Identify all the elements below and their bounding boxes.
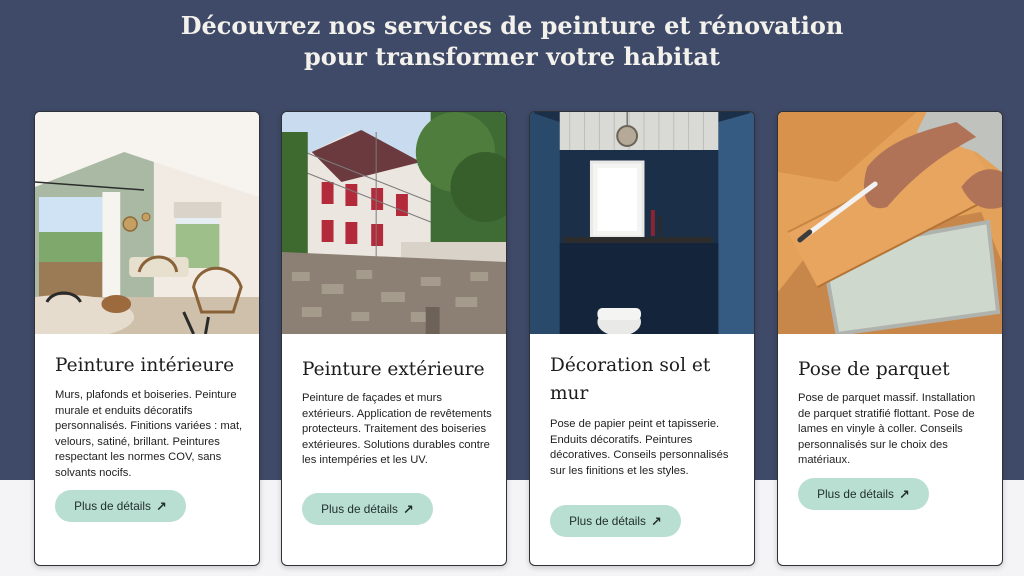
arrow-up-right-icon: ↗ (650, 513, 662, 529)
arrow-up-right-icon: ↗ (402, 501, 414, 517)
house-facade-photo (282, 112, 506, 334)
page-title-line-2: pour transformer votre habitat (303, 42, 721, 71)
card-description: Pose de papier peint et tapisserie. Endu… (550, 418, 729, 477)
arrow-up-right-icon: ↗ (155, 498, 167, 514)
card-title: Peinture extérieure (302, 359, 485, 380)
arrow-up-right-icon: ↗ (898, 486, 910, 502)
details-button-parquet[interactable]: Plus de détails ↗ (798, 478, 929, 510)
button-label: Plus de détails (569, 514, 646, 528)
button-label: Plus de détails (74, 499, 151, 513)
card-description: Murs, plafonds et boiseries. Peinture mu… (55, 389, 243, 479)
card-description: Pose de parquet massif. Installation de … (798, 392, 976, 467)
interior-living-room-photo (35, 112, 259, 334)
card-title: Peinture intérieure (55, 355, 235, 376)
details-button-decoration[interactable]: Plus de détails ↗ (550, 505, 681, 537)
service-card-floor-wall-decoration: Décoration sol et mur Pose de papier pei… (529, 111, 755, 566)
card-description: Peinture de façades et murs extérieurs. … (302, 392, 492, 467)
service-card-exterior-painting: Peinture extérieure Peinture de façades … (281, 111, 507, 566)
parquet-installation-photo (778, 112, 1002, 334)
page-title-line-1: Découvrez nos services de peinture et ré… (180, 11, 844, 40)
bathroom-wall-photo (530, 112, 754, 334)
card-title: Décoration sol et mur (550, 355, 711, 404)
page-title: Découvrez nos services de peinture et ré… (0, 10, 1024, 72)
button-label: Plus de détails (817, 487, 894, 501)
service-card-interior-painting: Peinture intérieure Murs, plafonds et bo… (34, 111, 260, 566)
details-button-exterior[interactable]: Plus de détails ↗ (302, 493, 433, 525)
button-label: Plus de détails (321, 502, 398, 516)
card-title: Pose de parquet (798, 359, 950, 380)
service-card-parquet: Pose de parquet Pose de parquet massif. … (777, 111, 1003, 566)
details-button-interior[interactable]: Plus de détails ↗ (55, 490, 186, 522)
